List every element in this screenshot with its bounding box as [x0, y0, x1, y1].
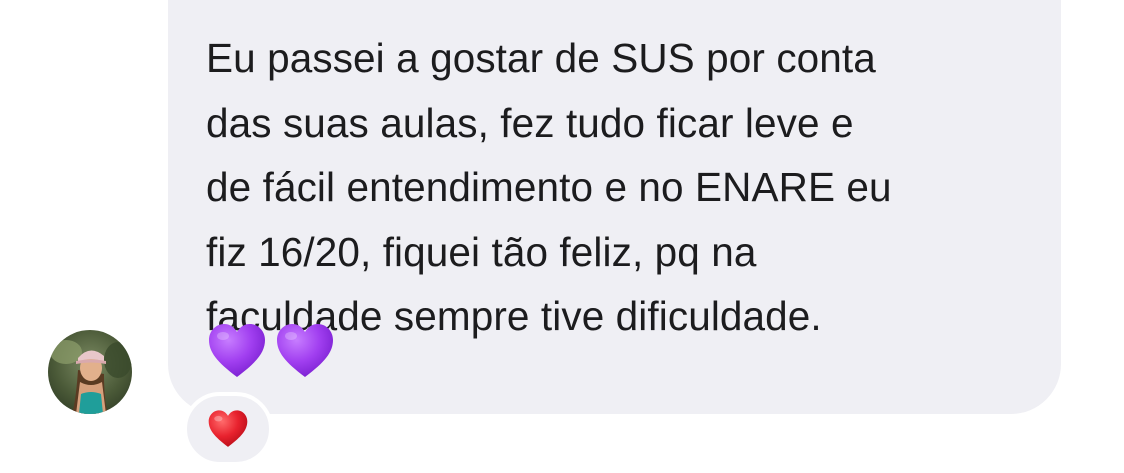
message-emojis [207, 322, 335, 382]
message-bubble[interactable]: Eu passei a gostar de SUS por conta das … [168, 0, 1061, 414]
avatar-photo-icon [48, 330, 132, 414]
incoming-message-row: Eu passei a gostar de SUS por conta das … [0, 0, 1124, 473]
message-line: Eu passei a gostar de SUS por conta [206, 35, 876, 81]
message-line: das suas aulas, fez tudo ficar leve e [206, 99, 854, 146]
red-heart-icon [207, 409, 249, 449]
reaction-badge[interactable] [183, 392, 273, 466]
purple-heart-icon [207, 322, 267, 382]
message-text: Eu passei a gostar de SUS por conta das … [206, 26, 1056, 349]
message-line: fiz 16/20, fiquei tão feliz, pq na [206, 228, 757, 275]
sender-avatar[interactable] [48, 330, 132, 414]
message-line: de fácil entendimento e no ENARE eu [206, 164, 892, 210]
purple-heart-icon [275, 322, 335, 382]
